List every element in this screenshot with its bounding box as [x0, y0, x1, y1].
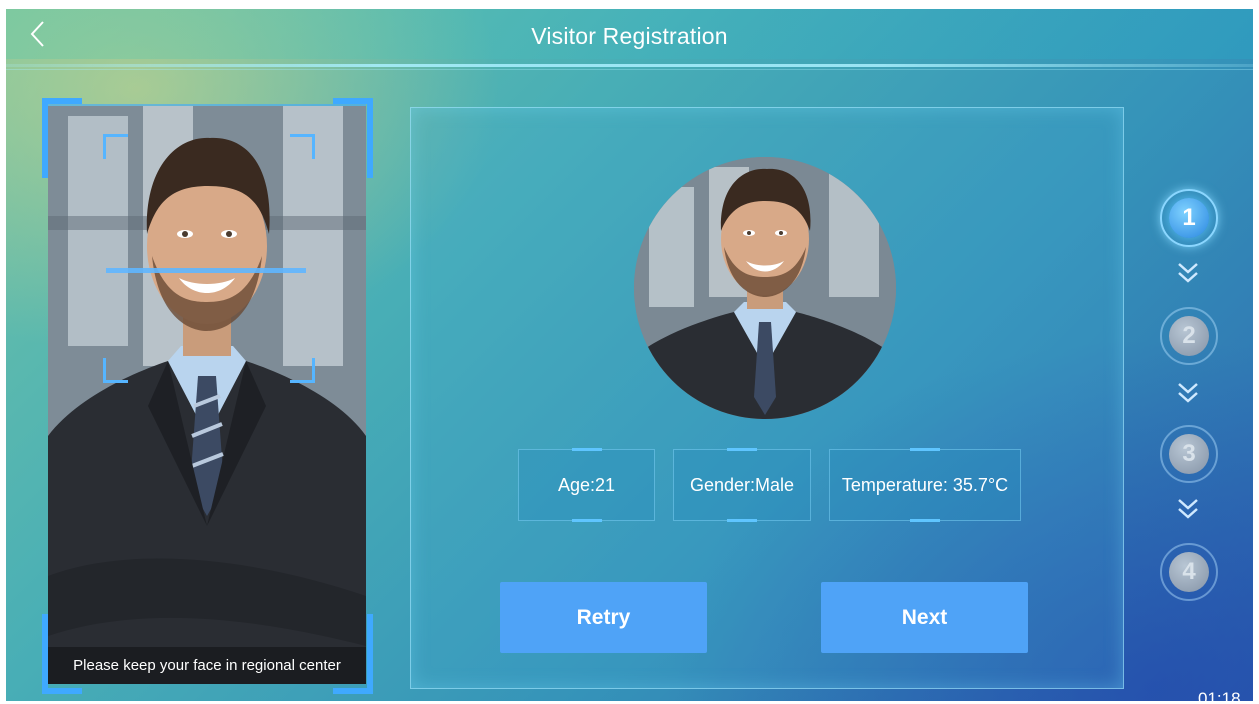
face-bracket-top-left — [103, 134, 128, 159]
captured-face-avatar — [634, 157, 896, 419]
step-number: 3 — [1169, 434, 1209, 474]
double-chevron-down-icon — [1178, 499, 1198, 519]
box-accent — [910, 519, 940, 522]
frame-edge-right-top — [367, 98, 373, 178]
countdown-timer: 01:18 — [1198, 689, 1241, 701]
retry-button[interactable]: Retry — [500, 582, 707, 653]
next-button[interactable]: Next — [821, 582, 1028, 653]
face-photo — [634, 157, 896, 419]
step-1: 1 — [1160, 189, 1218, 247]
step-4: 4 — [1160, 543, 1218, 601]
temperature-value: Temperature: 35.7°C — [841, 475, 1009, 495]
step-2: 2 — [1160, 307, 1218, 365]
step-3: 3 — [1160, 425, 1218, 483]
step-number: 1 — [1169, 198, 1209, 238]
gender-value: Gender:Male — [689, 475, 795, 495]
person-photo — [48, 106, 366, 684]
frame-edge-bottom-left — [42, 688, 82, 694]
temperature-stat: Temperature: 35.7°C — [829, 448, 1021, 522]
kiosk-screen: Visitor Registration Please keep your fa… — [6, 9, 1253, 701]
header-divider-thin — [6, 69, 1253, 70]
box-accent — [571, 448, 602, 451]
double-chevron-down-icon — [1178, 263, 1198, 283]
face-bracket-bottom-right — [290, 358, 315, 383]
box-accent — [727, 519, 757, 522]
age-stat: Age:21 — [518, 448, 655, 522]
face-bracket-bottom-left — [103, 358, 128, 383]
header-divider — [6, 64, 1253, 67]
age-value: Age:21 — [557, 475, 616, 495]
page-title: Visitor Registration — [531, 23, 728, 49]
camera-feed — [48, 106, 366, 684]
camera-frame: Please keep your face in regional center — [38, 96, 377, 696]
double-chevron-down-icon — [1178, 383, 1198, 403]
box-accent — [727, 448, 757, 451]
header-bar: Visitor Registration — [6, 9, 1253, 73]
gender-stat: Gender:Male — [673, 448, 811, 522]
frame-edge-right-bottom — [367, 614, 373, 694]
box-accent — [571, 519, 602, 522]
box-accent — [910, 448, 940, 451]
camera-hint: Please keep your face in regional center — [48, 647, 366, 684]
face-bracket-top-right — [290, 134, 315, 159]
step-number: 2 — [1169, 316, 1209, 356]
step-number: 4 — [1169, 552, 1209, 592]
result-panel: Age:21 Gender:Male Temperature: 35.7°C R… — [402, 97, 1132, 696]
progress-stepper: 1 2 3 4 — [1156, 189, 1226, 609]
